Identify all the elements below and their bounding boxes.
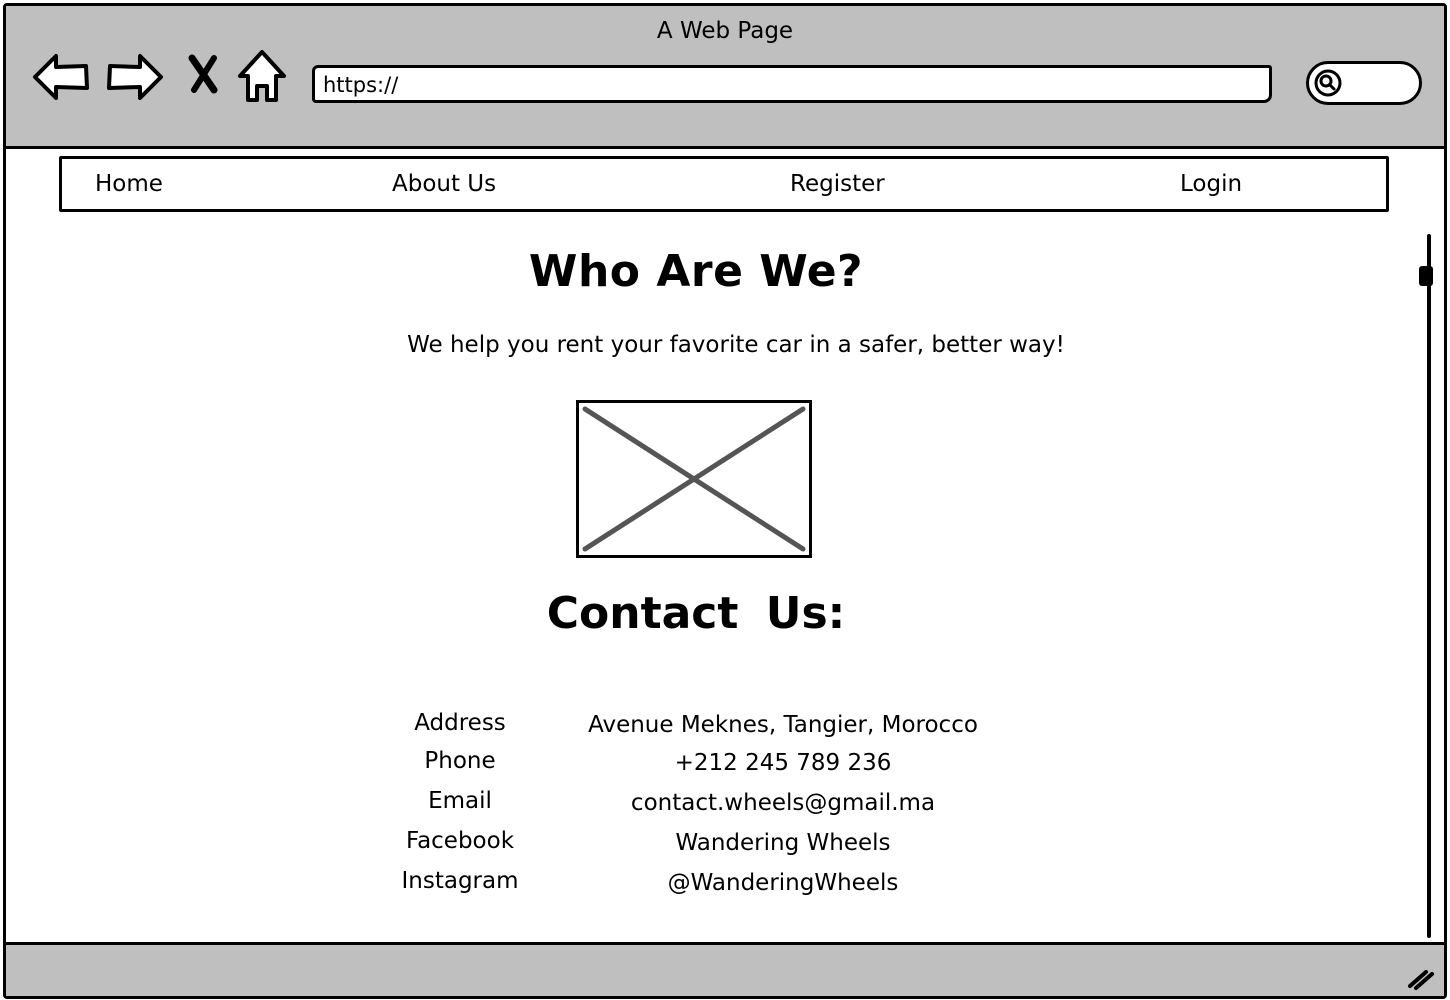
browser-window: A Web Page https:// Home About Us Regist…: [3, 3, 1447, 999]
contact-label-phone: Phone: [424, 748, 496, 774]
address-bar[interactable]: [312, 65, 1272, 103]
search-box[interactable]: [1306, 61, 1422, 105]
menu-item-home[interactable]: Home: [95, 171, 163, 197]
contact-label-email: Email: [428, 788, 492, 814]
image-placeholder-icon: [582, 406, 806, 552]
contact-label-facebook: Facebook: [405, 828, 515, 854]
back-button[interactable]: [32, 52, 90, 102]
image-placeholder: [576, 400, 812, 558]
close-icon: [188, 54, 218, 94]
home-icon: [238, 50, 286, 102]
url-input[interactable]: [323, 71, 1253, 99]
stop-button[interactable]: [186, 54, 222, 94]
browser-chrome: A Web Page: [6, 6, 1444, 149]
menu-item-about-us[interactable]: About Us: [392, 171, 496, 197]
about-tagline: We help you rent your favorite car in a …: [407, 332, 1065, 358]
contact-value-email[interactable]: contact.wheels@gmail.ma: [533, 790, 1033, 816]
window-title: A Web Page: [656, 18, 794, 44]
contact-label-address: Address: [414, 710, 506, 736]
contact-heading: Contact Us:: [546, 588, 846, 639]
vertical-scrollbar[interactable]: [1427, 234, 1431, 938]
about-heading: Who Are We?: [528, 246, 864, 297]
top-menu: Home About Us Register Login: [59, 156, 1389, 212]
arrow-left-icon: [33, 54, 89, 100]
resize-grip-icon[interactable]: [1406, 962, 1436, 992]
forward-button[interactable]: [106, 52, 164, 102]
arrow-right-icon: [107, 54, 163, 100]
contact-value-phone: +212 245 789 236: [674, 750, 892, 776]
contact-value-address: Avenue Meknes, Tangier, Morocco: [588, 712, 978, 738]
contact-value-instagram[interactable]: @WanderingWheels: [533, 870, 1033, 896]
menu-item-register[interactable]: Register: [790, 171, 885, 197]
search-icon: [1314, 69, 1342, 97]
home-button[interactable]: [236, 48, 288, 104]
menu-item-login[interactable]: Login: [1180, 171, 1242, 197]
scrollbar-thumb[interactable]: [1419, 266, 1433, 286]
contact-label-instagram: Instagram: [401, 868, 519, 894]
contact-value-facebook[interactable]: Wandering Wheels: [533, 830, 1033, 856]
status-bar: [6, 942, 1444, 996]
